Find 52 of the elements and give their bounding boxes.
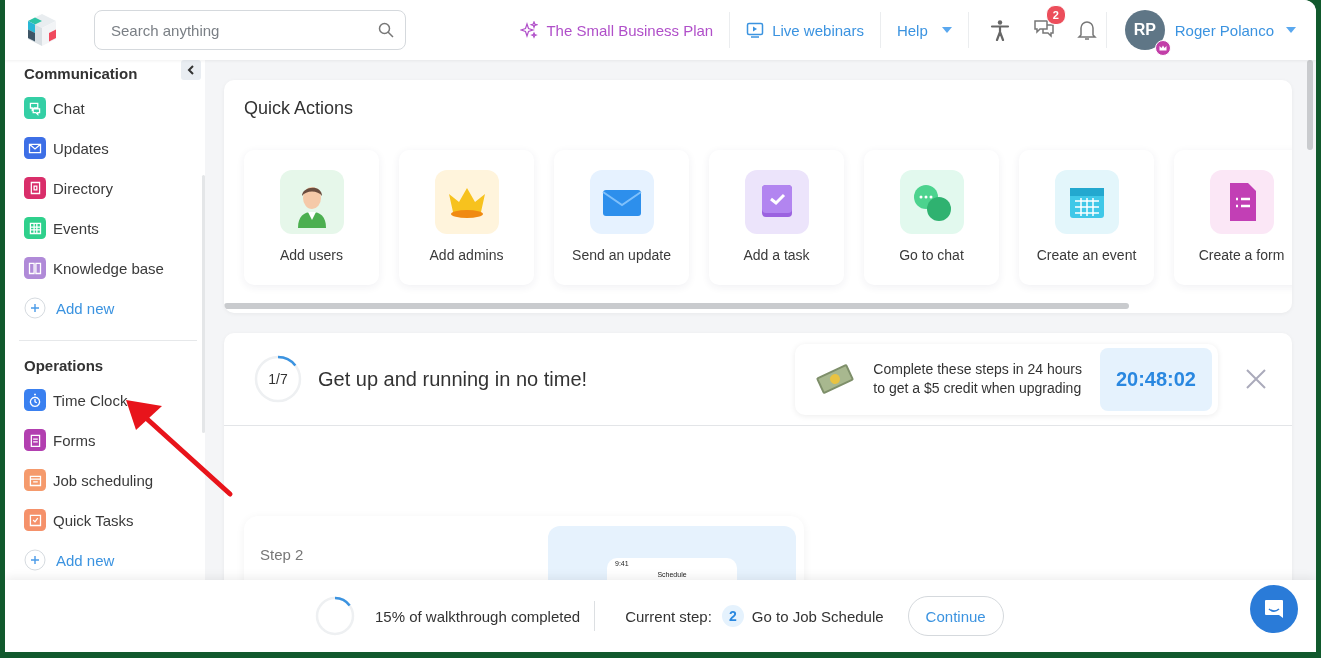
- onboarding-title: Get up and running in no time!: [318, 367, 588, 391]
- accessibility-icon[interactable]: [988, 19, 1011, 41]
- quick-action-button[interactable]: Create an event: [1019, 150, 1154, 285]
- search-icon: [378, 22, 394, 38]
- sidebar-item[interactable]: Time Clock: [19, 380, 183, 420]
- step-label: Step 2: [260, 546, 304, 565]
- bell-icon[interactable]: [1076, 19, 1097, 41]
- promo-text: Complete these steps in 24 hours to get a $5 credit when upgrading: [873, 360, 1082, 398]
- sparkle-icon: [520, 21, 539, 39]
- progress-ring: [315, 596, 355, 636]
- quick-action-button[interactable]: Create a form: [1174, 150, 1292, 285]
- plus-circle-icon: [24, 549, 46, 571]
- crown-badge-icon: [1154, 40, 1171, 56]
- sidebar-item[interactable]: Knowledge base: [19, 248, 191, 288]
- sidebar-item[interactable]: Forms: [19, 420, 183, 460]
- sidebar-item[interactable]: Events: [19, 208, 191, 248]
- progress-text: 15% of walkthrough completed: [375, 607, 581, 625]
- countdown-timer: 20:48:02: [1099, 347, 1212, 411]
- quick-action-button[interactable]: Send an update: [554, 150, 689, 285]
- close-button[interactable]: [1246, 369, 1266, 389]
- step-counter: 1/7: [268, 371, 288, 387]
- notification-badge: 2: [1045, 5, 1066, 25]
- search-field[interactable]: Search anything: [94, 10, 406, 50]
- scrollbar[interactable]: [1307, 60, 1313, 150]
- current-step-title: Go to Job Schedule: [751, 607, 884, 625]
- card-title: Quick Actions: [243, 97, 355, 119]
- play-screen-icon: [746, 21, 765, 39]
- caret-icon: [941, 26, 952, 34]
- plus-circle-icon: [24, 297, 46, 319]
- sidebar-item[interactable]: Directory: [19, 168, 191, 208]
- chat-icon: [1262, 597, 1286, 621]
- user-avatar[interactable]: RP: [1124, 10, 1165, 50]
- sidebar-item[interactable]: Chat: [19, 88, 191, 128]
- sidebar-item[interactable]: Quick Tasks: [19, 500, 183, 540]
- close-icon: [1246, 369, 1266, 389]
- current-step-label: Current step:: [625, 607, 712, 625]
- quick-action-button[interactable]: Add admins: [399, 150, 534, 285]
- nav-link[interactable]: The Small Business Plan: [504, 21, 730, 39]
- chat-icon[interactable]: [1032, 17, 1055, 39]
- sidebar-item[interactable]: Updates: [19, 128, 191, 168]
- progress-ring: [254, 355, 302, 403]
- scrollbar[interactable]: [224, 303, 1129, 309]
- chevron-left-icon: [187, 65, 195, 75]
- sidebar-item[interactable]: Job scheduling: [19, 460, 183, 500]
- caret-icon: [1286, 26, 1296, 34]
- section-heading: Operations: [23, 357, 105, 376]
- step-number-badge: 2: [721, 605, 744, 627]
- quick-action-button[interactable]: Add a task: [709, 150, 844, 285]
- quick-action-button[interactable]: Go to chat: [864, 150, 999, 285]
- quick-action-button[interactable]: Add users: [244, 150, 379, 285]
- collapse-button[interactable]: [181, 60, 201, 80]
- section-heading: Communication: [23, 65, 139, 84]
